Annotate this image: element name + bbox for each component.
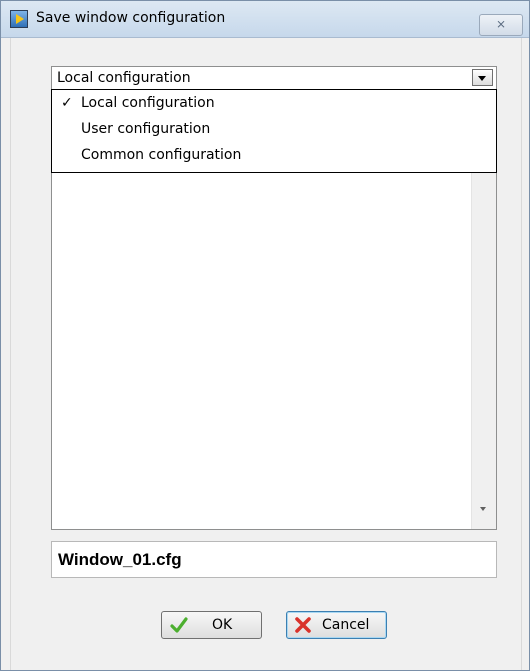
dropdown-item-user[interactable]: User configuration <box>52 116 496 142</box>
config-combo-value[interactable]: Local configuration <box>57 70 191 86</box>
checkmark-icon <box>170 617 188 633</box>
dropdown-item-label: User configuration <box>81 121 211 137</box>
config-dropdown-menu: ✓ Local configuration User configuration… <box>51 89 497 173</box>
app-icon <box>10 10 28 28</box>
filename-field[interactable]: Window_01.cfg <box>51 541 497 578</box>
dropdown-item-local[interactable]: ✓ Local configuration <box>52 90 496 116</box>
close-icon[interactable]: ⨯ <box>479 14 523 36</box>
dropdown-item-label: Local configuration <box>81 95 215 111</box>
chevron-down-icon <box>478 76 486 81</box>
config-combo-dropdown-button[interactable] <box>472 69 493 86</box>
dropdown-item-common[interactable]: Common configuration <box>52 142 496 168</box>
red-x-icon <box>295 617 311 633</box>
window-title: Save window configuration <box>36 10 226 26</box>
save-config-dialog: Save window configuration ⨯ Local config… <box>0 0 530 671</box>
checkmark-icon: ✓ <box>61 95 73 111</box>
ok-button-label: OK <box>212 617 233 633</box>
title-bar[interactable]: Save window configuration ⨯ <box>1 1 529 38</box>
cancel-button[interactable]: Cancel <box>286 611 387 639</box>
cancel-button-label: Cancel <box>322 617 370 633</box>
scroll-down-arrow-icon[interactable] <box>480 507 486 511</box>
ok-button[interactable]: OK <box>161 611 262 639</box>
dropdown-item-label: Common configuration <box>81 147 242 163</box>
